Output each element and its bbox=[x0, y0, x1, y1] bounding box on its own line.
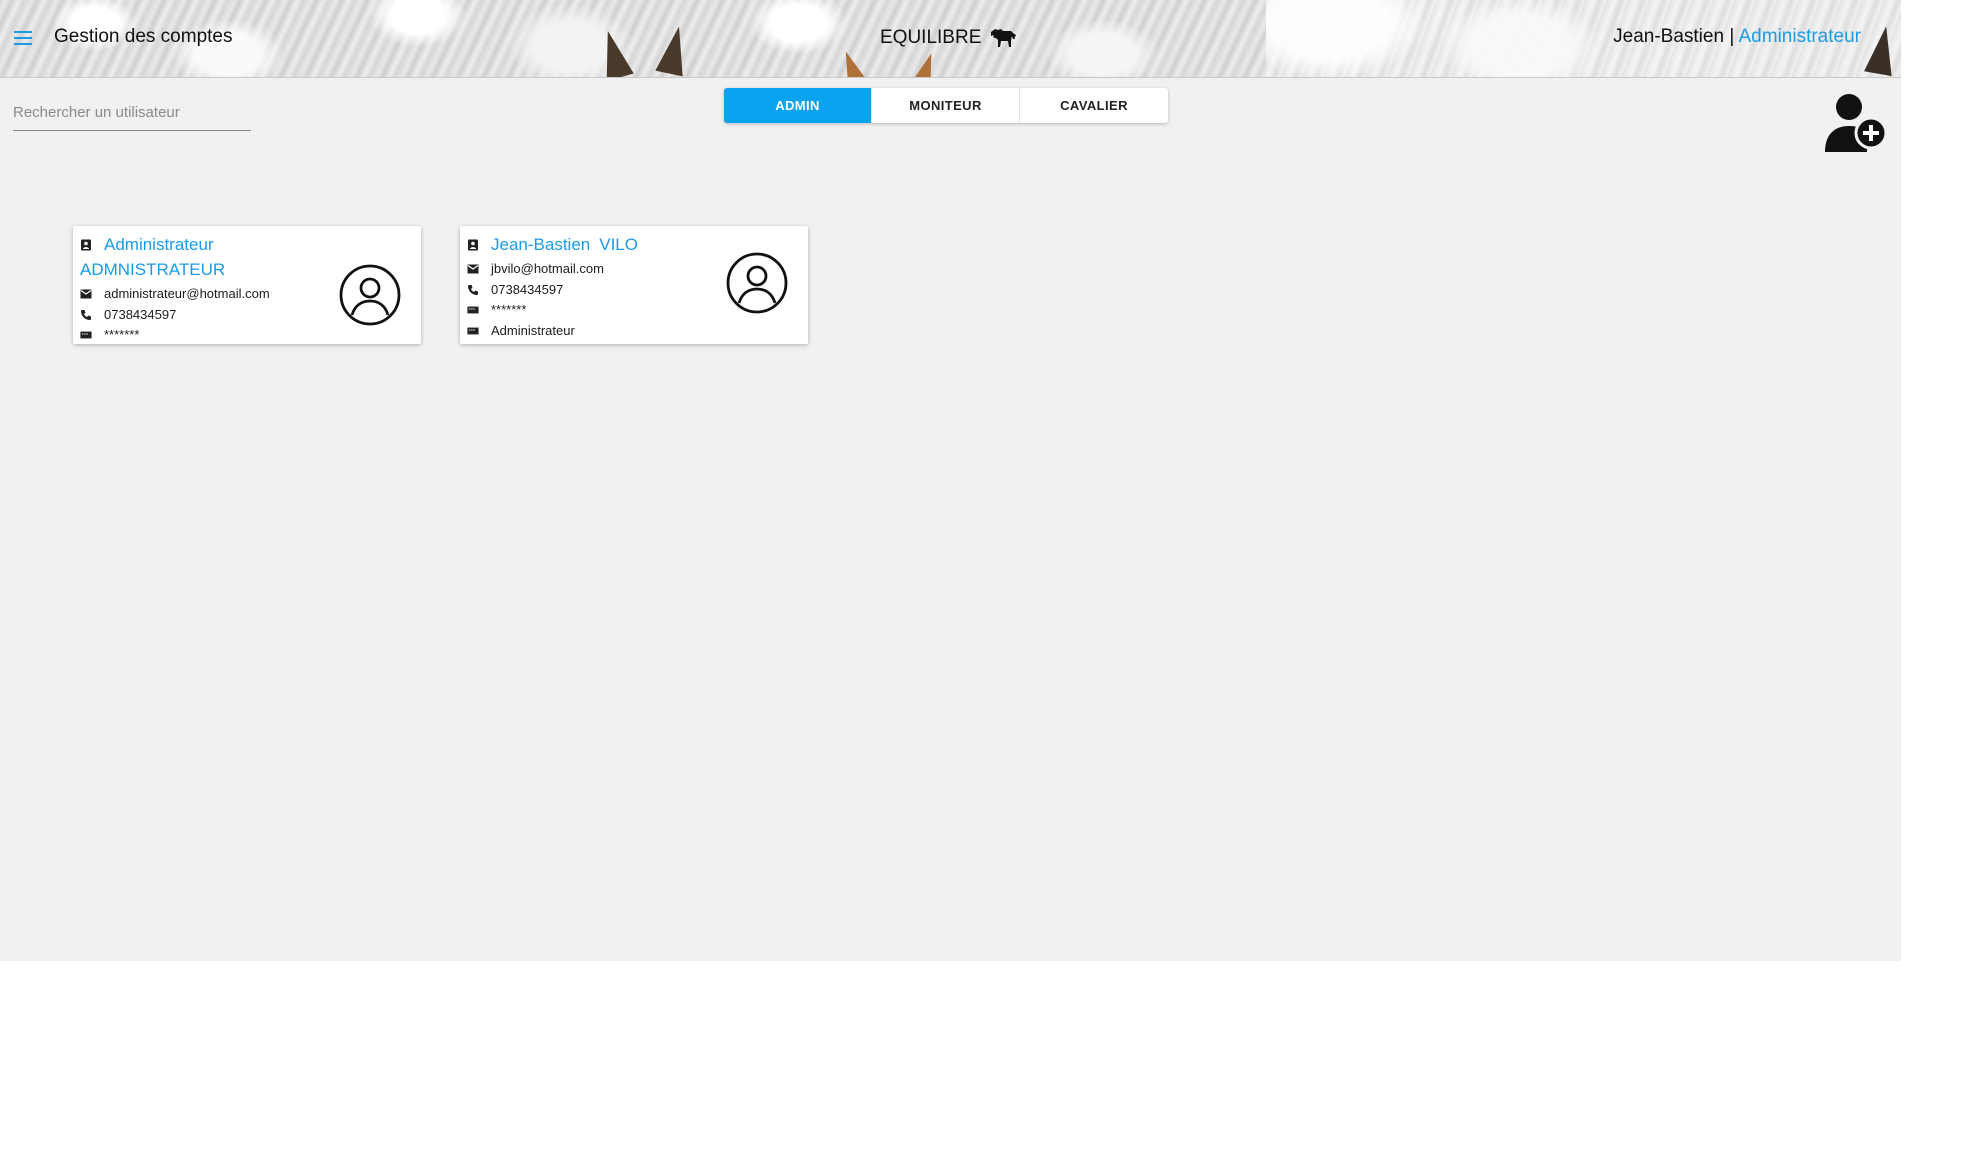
add-user-icon bbox=[1825, 94, 1888, 152]
brand-logo[interactable]: EQUILIBRE bbox=[880, 26, 1017, 50]
horse-ear-decoration bbox=[832, 46, 876, 77]
password-icon: *** bbox=[467, 325, 479, 337]
user-card[interactable]: Jean-Bastien VILO jbvilo@hotmail.com 073… bbox=[460, 226, 808, 344]
page-title: Gestion des comptes bbox=[54, 26, 233, 47]
user-role: Administrateur bbox=[491, 323, 575, 338]
user-first-name: Jean-Bastien bbox=[491, 235, 591, 254]
user-phone: 0738434597 bbox=[104, 307, 177, 322]
add-user-button[interactable] bbox=[1823, 90, 1888, 154]
search-input[interactable] bbox=[13, 90, 251, 131]
user-phone: 0738434597 bbox=[491, 282, 564, 297]
user-password: ******* bbox=[491, 302, 527, 317]
role-tabs: ADMIN MONITEUR CAVALIER bbox=[724, 88, 1168, 123]
card-email-row: jbvilo@hotmail.com bbox=[467, 261, 604, 276]
password-icon: *** bbox=[80, 329, 92, 341]
horse-ear-decoration bbox=[903, 48, 945, 77]
contact-card-icon bbox=[80, 239, 92, 251]
contact-card-icon bbox=[467, 239, 479, 251]
email-icon bbox=[467, 263, 479, 275]
phone-icon bbox=[80, 309, 92, 321]
horse-icon bbox=[991, 29, 1017, 47]
tab-moniteur[interactable]: MONITEUR bbox=[872, 88, 1020, 123]
user-email: jbvilo@hotmail.com bbox=[491, 261, 604, 276]
user-last-name: VILO bbox=[599, 235, 638, 254]
user-first-name: Administrateur bbox=[104, 235, 214, 254]
header-bar: Gestion des comptes EQUILIBRE Jean-Basti… bbox=[0, 0, 1901, 78]
user-last-name: ADMNISTRATEUR bbox=[80, 260, 226, 279]
app-root: Gestion des comptes EQUILIBRE Jean-Basti… bbox=[0, 0, 1901, 961]
menu-icon[interactable] bbox=[14, 31, 32, 45]
user-separator: | bbox=[1729, 26, 1735, 47]
card-name-row: Administrateur bbox=[80, 235, 214, 255]
card-email-row: administrateur@hotmail.com bbox=[80, 286, 270, 301]
user-password: ******* bbox=[104, 327, 140, 342]
password-icon: *** bbox=[467, 304, 479, 316]
tab-cavalier[interactable]: CAVALIER bbox=[1020, 88, 1168, 123]
card-password-row: *** ******* bbox=[80, 327, 139, 342]
card-phone-row: 0738434597 bbox=[80, 307, 176, 322]
current-user-name: Jean-Bastien bbox=[1613, 26, 1725, 47]
email-icon bbox=[80, 288, 92, 300]
card-role-row: *** Administrateur bbox=[467, 323, 575, 338]
svg-text:***: *** bbox=[82, 332, 88, 338]
svg-text:***: *** bbox=[469, 307, 475, 313]
user-circle-icon bbox=[339, 264, 401, 326]
horse-ear-decoration bbox=[594, 27, 634, 77]
current-user[interactable]: Jean-Bastien | Administrateur bbox=[1613, 26, 1861, 48]
user-email: administrateur@hotmail.com bbox=[104, 286, 270, 301]
horse-ear-decoration bbox=[655, 23, 693, 77]
card-name-row: Jean-Bastien VILO bbox=[467, 235, 638, 255]
card-password-row: *** ******* bbox=[467, 302, 526, 317]
user-circle-icon bbox=[726, 252, 788, 314]
user-card[interactable]: Administrateur ADMNISTRATEUR administrat… bbox=[73, 226, 421, 344]
tab-admin[interactable]: ADMIN bbox=[724, 88, 872, 123]
phone-icon bbox=[467, 284, 479, 296]
current-user-role: Administrateur bbox=[1738, 26, 1862, 47]
svg-text:***: *** bbox=[469, 328, 475, 334]
card-phone-row: 0738434597 bbox=[467, 282, 563, 297]
brand-name: EQUILIBRE bbox=[880, 27, 982, 48]
